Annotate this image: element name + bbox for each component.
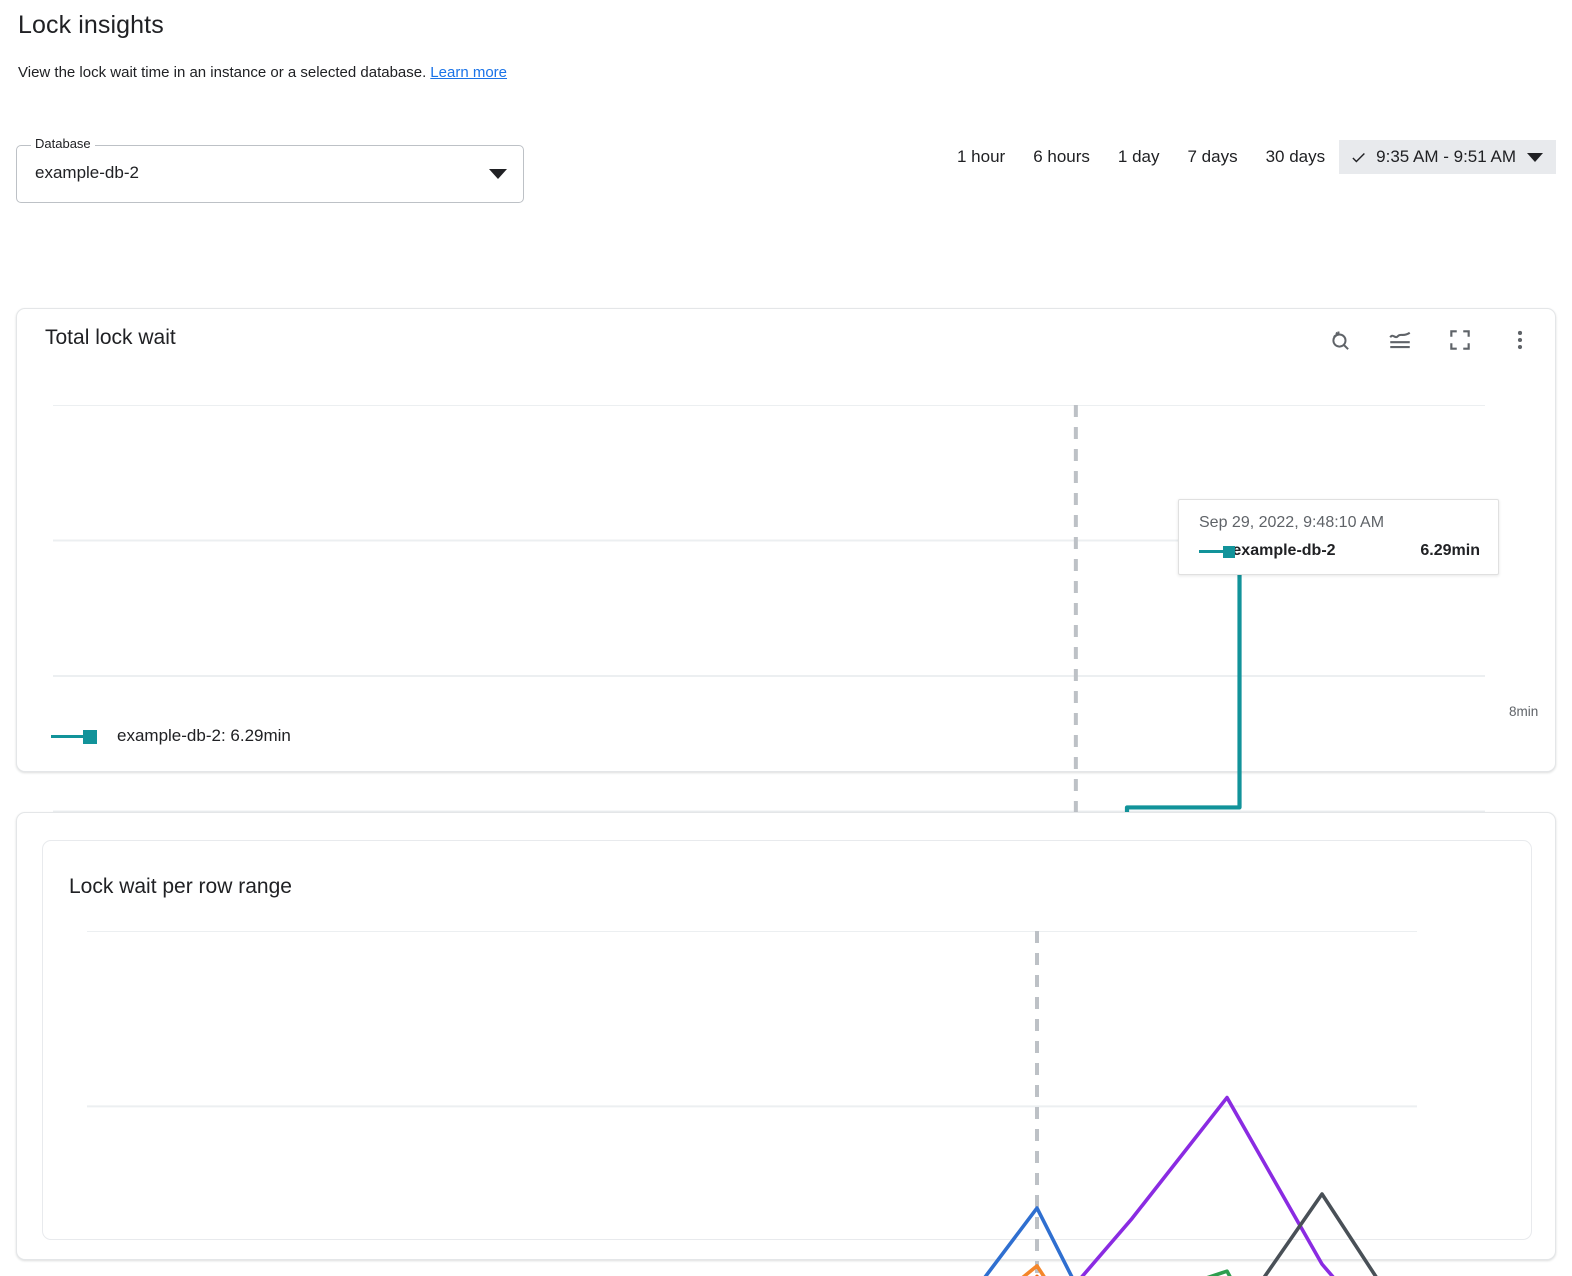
- page-title: Lock insights: [18, 11, 164, 40]
- learn-more-link[interactable]: Learn more: [430, 64, 507, 81]
- database-select-value: example-db-2: [35, 163, 139, 183]
- time-range-custom-button[interactable]: 9:35 AM - 9:51 AM: [1339, 140, 1556, 174]
- tooltip-series-name: example-db-2: [1232, 542, 1420, 560]
- tooltip-series-swatch: [1199, 544, 1220, 558]
- tooltip-timestamp: Sep 29, 2022, 9:48:10 AM: [1199, 514, 1480, 532]
- database-select[interactable]: Database example-db-2: [16, 145, 524, 203]
- chart-title-lock-wait-per-row-range: Lock wait per row range: [69, 875, 292, 899]
- reset-zoom-icon[interactable]: [1327, 327, 1353, 353]
- time-range-option-6-hours[interactable]: 6 hours: [1019, 140, 1104, 174]
- time-range-option-1-hour[interactable]: 1 hour: [943, 140, 1019, 174]
- more-options-icon[interactable]: [1507, 327, 1533, 353]
- time-range-option-1-day[interactable]: 1 day: [1104, 140, 1174, 174]
- time-range-option-7-days[interactable]: 7 days: [1174, 140, 1252, 174]
- chart-tooltip: Sep 29, 2022, 9:48:10 AM example-db-2 6.…: [1178, 499, 1499, 575]
- chart-title-total-lock-wait: Total lock wait: [45, 326, 176, 350]
- check-icon: [1350, 149, 1367, 166]
- chart-toolbar: [1327, 327, 1533, 353]
- legend-swatch: [47, 728, 103, 744]
- tooltip-series-value: 6.29min: [1420, 542, 1480, 560]
- chevron-down-icon[interactable]: [489, 169, 507, 179]
- tooltip-series-row: example-db-2 6.29min: [1199, 542, 1480, 560]
- lock-insights-page: Lock insights View the lock wait time in…: [0, 0, 1572, 1276]
- database-select-label: Database: [31, 136, 95, 151]
- total-lock-wait-card: Total lock wait 02min4min6min8m: [16, 308, 1556, 772]
- lock-wait-per-row-range-plot[interactable]: [87, 931, 1417, 1276]
- chart-type-icon[interactable]: [1387, 327, 1413, 353]
- fullscreen-icon[interactable]: [1447, 327, 1473, 353]
- time-range-custom-label: 9:35 AM - 9:51 AM: [1376, 147, 1516, 167]
- chart-legend[interactable]: example-db-2: 6.29min: [47, 726, 291, 746]
- page-subtitle: View the lock wait time in an instance o…: [18, 64, 507, 81]
- lock-wait-per-row-range-card: Lock wait per row range 020s40s60s UTC+5…: [16, 812, 1556, 1260]
- chevron-down-icon[interactable]: [1527, 153, 1543, 162]
- legend-label: example-db-2: 6.29min: [117, 726, 291, 746]
- page-subtitle-text: View the lock wait time in an instance o…: [18, 64, 426, 81]
- time-range-selector: 1 hour 6 hours 1 day 7 days 30 days 9:35…: [943, 140, 1556, 174]
- y-tick-label: 8min: [1509, 704, 1538, 719]
- time-range-option-30-days[interactable]: 30 days: [1252, 140, 1340, 174]
